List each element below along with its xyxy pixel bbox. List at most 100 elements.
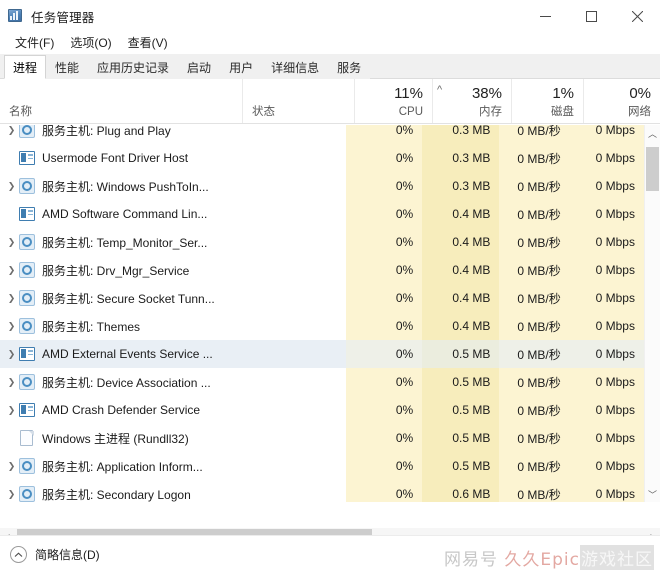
cell-disk: 0 MB/秒 xyxy=(499,144,570,172)
tab-app-history[interactable]: 应用历史记录 xyxy=(88,55,179,79)
cell-disk: 0 MB/秒 xyxy=(499,284,570,312)
expand-chevron-icon[interactable]: ❯ xyxy=(4,396,19,424)
cell-status xyxy=(237,480,346,502)
expand-chevron-icon[interactable]: ❯ xyxy=(4,125,19,144)
fewer-details-button[interactable]: 简略信息(D) xyxy=(0,546,100,563)
expand-chevron-icon[interactable]: ❯ xyxy=(4,340,19,368)
cell-network: 0 Mbps xyxy=(569,125,644,144)
cell-name: ❯ 服务主机: Secondary Logon xyxy=(0,480,237,502)
cell-disk: 0 MB/秒 xyxy=(499,312,570,340)
minimize-button[interactable] xyxy=(522,0,568,32)
cell-name: ❯ Windows 主进程 (Rundll32) xyxy=(0,424,237,452)
maximize-button[interactable] xyxy=(568,0,614,32)
table-row[interactable]: ❯ Usermode Font Driver Host 0%0.3 MB0 MB/秒… xyxy=(0,144,644,172)
cell-memory: 0.6 MB xyxy=(422,480,500,502)
cell-memory: 0.4 MB xyxy=(422,256,500,284)
process-name: 服务主机: Themes xyxy=(42,319,141,334)
table-row[interactable]: ❯ 服务主机: Plug and Play 0% 0.3 MB 0 MB/秒 0 Mbps xyxy=(0,125,644,144)
close-button[interactable] xyxy=(614,0,660,32)
menu-bar: 文件(F) 选项(O) 查看(V) xyxy=(0,32,660,54)
tab-users[interactable]: 用户 xyxy=(220,55,263,79)
menu-item-file[interactable]: 文件(F) xyxy=(7,32,62,54)
cell-disk: 0 MB/秒 xyxy=(499,340,570,368)
cell-network: 0 Mbps xyxy=(569,396,644,424)
sort-ascending-icon: ^ xyxy=(437,84,443,96)
cell-name: ❯ 服务主机: Drv_Mgr_Service xyxy=(0,256,237,284)
cell-name: ❯ Usermode Font Driver Host xyxy=(0,144,237,172)
column-header-network[interactable]: 0% 网络 xyxy=(584,79,660,123)
expand-chevron-icon[interactable]: ❯ xyxy=(4,480,19,502)
watermark-part3: 游戏社区 xyxy=(580,545,654,570)
table-row[interactable]: ❯ 服务主机: Secondary Logon 0% 0.6 MB 0 MB/秒 0 Mb… xyxy=(0,480,644,502)
expand-chevron-icon[interactable]: ❯ xyxy=(4,228,19,256)
document-icon xyxy=(19,430,35,446)
scroll-down-arrow-icon[interactable]: ﹀ xyxy=(645,486,660,502)
watermark: 网易号 久久Epic游戏社区 xyxy=(444,545,654,570)
table-row[interactable]: ❯ 服务主机: Device Association ... 0% 0.5 MB 0 M… xyxy=(0,368,644,396)
expand-chevron-icon[interactable]: ❯ xyxy=(4,452,19,480)
service-gear-icon xyxy=(19,458,35,474)
expand-chevron-icon[interactable]: ❯ xyxy=(4,368,19,396)
service-gear-icon xyxy=(19,234,35,250)
expand-chevron-icon[interactable]: ❯ xyxy=(4,312,19,340)
column-header-memory[interactable]: ^ 38% 内存 xyxy=(433,79,512,123)
menu-item-options[interactable]: 选项(O) xyxy=(62,32,119,54)
cell-disk: 0 MB/秒 xyxy=(499,125,570,144)
cell-status xyxy=(237,312,346,340)
cell-memory: 0.4 MB xyxy=(422,312,500,340)
column-disk-label: 磁盘 xyxy=(551,106,574,118)
column-header-disk[interactable]: 1% 磁盘 xyxy=(512,79,584,123)
process-name: 服务主机: Secure Socket Tunn... xyxy=(42,291,215,306)
column-disk-pct: 1% xyxy=(552,85,574,102)
chevron-up-icon xyxy=(10,546,27,563)
tab-details[interactable]: 详细信息 xyxy=(262,55,329,79)
cell-cpu: 0% xyxy=(345,144,423,172)
column-header-name[interactable]: 名称 xyxy=(0,79,243,123)
table-row[interactable]: ❯ 服务主机: Secure Socket Tunn... 0% 0.4 MB 0 MB… xyxy=(0,284,644,312)
expand-chevron-icon: ❯ xyxy=(4,200,19,228)
expand-chevron-icon[interactable]: ❯ xyxy=(4,256,19,284)
tab-processes[interactable]: 进程 xyxy=(4,55,47,79)
process-name: Usermode Font Driver Host xyxy=(42,151,189,165)
cell-cpu: 0% xyxy=(345,424,423,452)
expand-chevron-icon[interactable]: ❯ xyxy=(4,284,19,312)
table-row[interactable]: ❯ AMD External Events Service ... 0% 0.5 MB… xyxy=(0,340,644,368)
scroll-up-arrow-icon[interactable]: ︿ xyxy=(645,125,660,141)
table-row[interactable]: ❯ 服务主机: Drv_Mgr_Service 0% 0.4 MB 0 MB/秒 0 Mb… xyxy=(0,256,644,284)
cell-status xyxy=(237,256,346,284)
cell-cpu: 0% xyxy=(345,228,423,256)
cell-network: 0 Mbps xyxy=(569,452,644,480)
cell-memory: 0.5 MB xyxy=(422,424,500,452)
service-gear-icon xyxy=(19,290,35,306)
vertical-scrollbar[interactable]: ︿ ﹀ xyxy=(644,125,660,502)
expand-chevron-icon: ❯ xyxy=(4,424,19,452)
table-row[interactable]: ❯ 服务主机: Themes 0% 0.4 MB 0 MB/秒 0 Mbps xyxy=(0,312,644,340)
service-gear-icon xyxy=(19,486,35,502)
column-header-cpu[interactable]: 11% CPU xyxy=(355,79,433,123)
process-name: AMD External Events Service ... xyxy=(42,347,213,361)
cell-name: ❯ 服务主机: Secure Socket Tunn... xyxy=(0,284,237,312)
table-row[interactable]: ❯ AMD Software Command Lin... 0%0.4 MB0 MB… xyxy=(0,200,644,228)
process-name: 服务主机: Drv_Mgr_Service xyxy=(42,263,190,278)
table-row[interactable]: ❯ Windows 主进程 (Rundll32) 0%0.5 MB0 MB/秒0 M… xyxy=(0,424,644,452)
table-row[interactable]: ❯ 服务主机: Windows PushToIn... 0% 0.3 MB 0 MB/秒… xyxy=(0,172,644,200)
column-header-status[interactable]: 状态 xyxy=(243,79,355,123)
expand-chevron-icon[interactable]: ❯ xyxy=(4,172,19,200)
cell-cpu: 0% xyxy=(345,200,423,228)
table-row[interactable]: ❯ AMD Crash Defender Service 0% 0.5 MB 0 MB/… xyxy=(0,396,644,424)
service-gear-icon xyxy=(19,178,35,194)
menu-item-view[interactable]: 查看(V) xyxy=(120,32,176,54)
tab-services[interactable]: 服务 xyxy=(328,55,371,79)
cell-status xyxy=(237,200,346,228)
table-row[interactable]: ❯ 服务主机: Application Inform... 0% 0.5 MB 0 MB… xyxy=(0,452,644,480)
cell-name: ❯ AMD Crash Defender Service xyxy=(0,396,237,424)
column-memory-label: 内存 xyxy=(479,106,502,118)
process-name: 服务主机: Windows PushToIn... xyxy=(42,179,209,194)
cell-network: 0 Mbps xyxy=(569,256,644,284)
vertical-scroll-thumb[interactable] xyxy=(646,147,659,191)
cell-memory: 0.5 MB xyxy=(422,396,500,424)
cell-memory: 0.3 MB xyxy=(422,125,500,144)
table-row[interactable]: ❯ 服务主机: Temp_Monitor_Ser... 0% 0.4 MB 0 MB/秒… xyxy=(0,228,644,256)
tab-performance[interactable]: 性能 xyxy=(46,55,89,79)
tab-startup[interactable]: 启动 xyxy=(178,55,221,79)
